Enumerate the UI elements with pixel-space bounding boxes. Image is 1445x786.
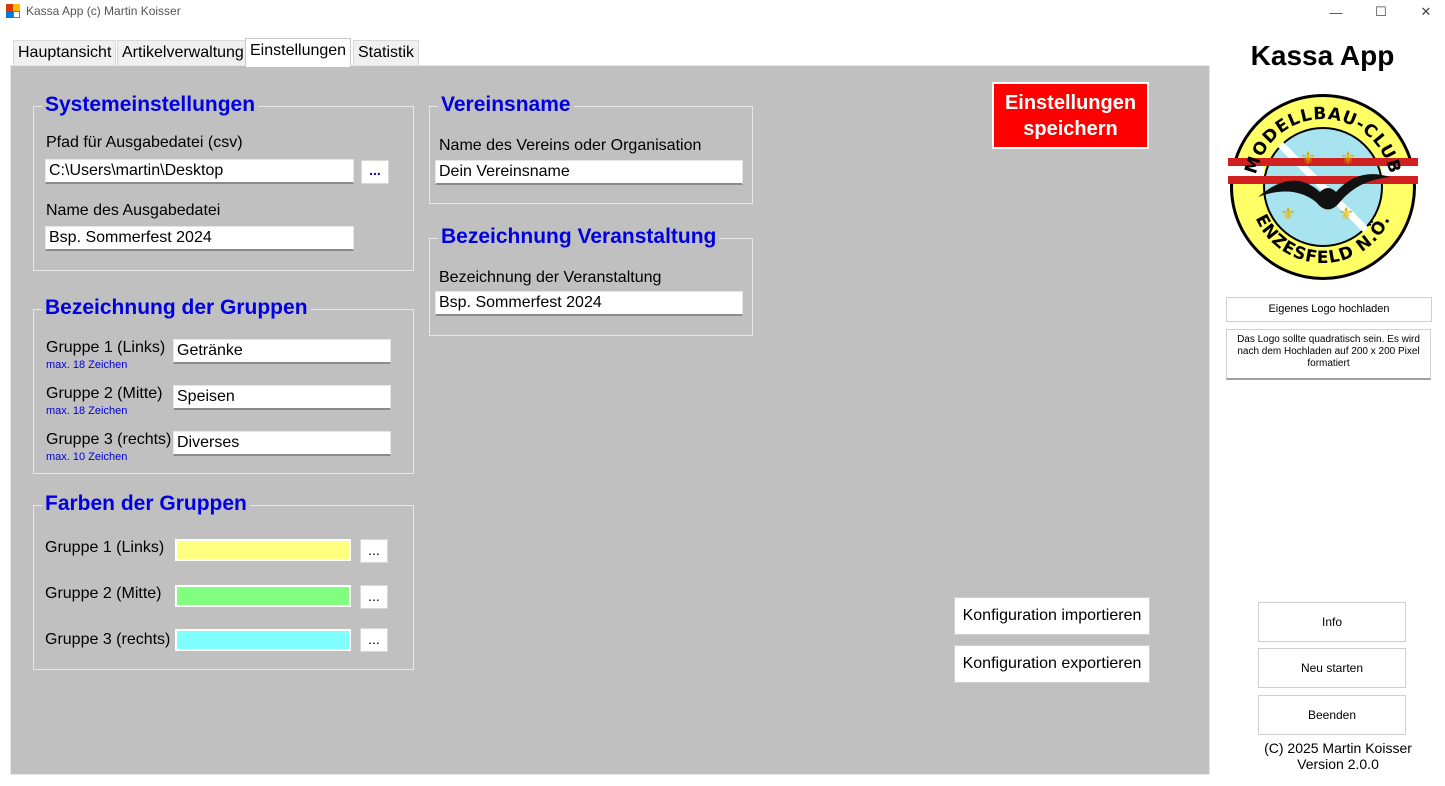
tab-hauptansicht[interactable]: Hauptansicht: [13, 40, 117, 66]
info-button[interactable]: Info: [1258, 602, 1406, 642]
group1-name-label: Gruppe 1 (Links): [46, 339, 166, 356]
group-colors-group: Farben der Gruppen Gruppe 1 (Links) ... …: [33, 492, 414, 670]
system-settings-title: Systemeinstellungen: [42, 93, 259, 117]
group2-color-label: Gruppe 2 (Mitte): [45, 585, 162, 602]
group3-color-swatch[interactable]: [175, 629, 351, 651]
group3-name-hint: max. 10 Zeichen: [46, 451, 128, 463]
group-names-group: Bezeichnung der Gruppen Gruppe 1 (Links)…: [33, 296, 414, 474]
close-icon[interactable]: ✕: [1403, 0, 1445, 24]
svg-text:⚜: ⚜: [1338, 204, 1354, 225]
save-settings-line1: Einstellungen: [1004, 92, 1137, 114]
group3-color-label: Gruppe 3 (rechts): [45, 631, 171, 648]
event-name-group: Bezeichnung Veranstaltung Bezeichnung de…: [429, 225, 753, 336]
window-title: Kassa App (c) Martin Koisser: [26, 4, 181, 18]
svg-text:⚜: ⚜: [1300, 148, 1316, 169]
event-name-label: Bezeichnung der Veranstaltung: [439, 269, 662, 286]
browse-path-button[interactable]: ...: [361, 160, 389, 184]
event-name-field[interactable]: Bsp. Sommerfest 2024: [435, 291, 743, 316]
save-settings-button[interactable]: Einstellungen speichern: [992, 82, 1149, 149]
app-title: Kassa App: [1250, 40, 1395, 71]
club-name-label: Name des Vereins oder Organisation: [439, 137, 702, 154]
group1-name-field[interactable]: Getränke: [173, 339, 391, 364]
tab-einstellungen[interactable]: Einstellungen: [245, 38, 352, 67]
tab-artikelverwaltung[interactable]: Artikelverwaltung: [117, 40, 249, 66]
minimize-icon[interactable]: —: [1313, 0, 1359, 24]
system-settings-group: Systemeinstellungen Pfad für Ausgabedate…: [33, 93, 414, 271]
save-settings-line2: speichern: [1023, 118, 1118, 140]
restart-button[interactable]: Neu starten: [1258, 648, 1406, 688]
svg-text:⚜: ⚜: [1340, 148, 1356, 169]
output-path-label: Pfad für Ausgabedatei (csv): [46, 134, 243, 151]
app-window-icon: [6, 4, 20, 18]
tab-statistik[interactable]: Statistik: [353, 40, 420, 66]
club-name-title: Vereinsname: [438, 93, 574, 117]
club-logo-icon: ⚜ ⚜ ⚜ ⚜ MODELLBAU-CLUB ENZESFELD N.Ö.: [1228, 94, 1418, 280]
maximize-icon[interactable]: ☐: [1358, 0, 1404, 24]
version-text: Version 2.0.0: [1297, 756, 1379, 772]
copyright-text: (C) 2025 Martin Koisser: [1264, 740, 1412, 756]
group2-name-hint: max. 18 Zeichen: [46, 405, 128, 417]
group-colors-title: Farben der Gruppen: [42, 492, 250, 516]
output-path-field[interactable]: C:\Users\martin\Desktop: [45, 159, 354, 184]
group3-name-label: Gruppe 3 (rechts): [46, 431, 172, 448]
group1-name-hint: max. 18 Zeichen: [46, 359, 128, 371]
club-name-field[interactable]: Dein Vereinsname: [435, 160, 743, 185]
event-name-title: Bezeichnung Veranstaltung: [438, 225, 720, 249]
group2-color-swatch[interactable]: [175, 585, 351, 607]
group2-name-label: Gruppe 2 (Mitte): [46, 385, 163, 402]
exit-button[interactable]: Beenden: [1258, 695, 1406, 735]
group1-color-button[interactable]: ...: [360, 539, 388, 563]
output-filename-label: Name des Ausgabedatei: [46, 202, 221, 219]
output-filename-field[interactable]: Bsp. Sommerfest 2024: [45, 226, 354, 251]
import-config-button[interactable]: Konfiguration importieren: [954, 597, 1150, 635]
group2-name-field[interactable]: Speisen: [173, 385, 391, 410]
group1-color-swatch[interactable]: [175, 539, 351, 561]
group2-color-button[interactable]: ...: [360, 585, 388, 609]
group3-name-field[interactable]: Diverses: [173, 431, 391, 456]
export-config-button[interactable]: Konfiguration exportieren: [954, 645, 1150, 683]
club-name-group: Vereinsname Name des Vereins oder Organi…: [429, 93, 753, 204]
title-bar: Kassa App (c) Martin Koisser — ☐ ✕: [0, 0, 1445, 24]
logo-upload-note: Das Logo sollte quadratisch sein. Es wir…: [1226, 329, 1431, 380]
upload-logo-button[interactable]: Eigenes Logo hochladen: [1226, 297, 1432, 322]
group-names-title: Bezeichnung der Gruppen: [42, 296, 311, 320]
svg-text:⚜: ⚜: [1280, 204, 1296, 225]
group1-color-label: Gruppe 1 (Links): [45, 539, 165, 556]
group3-color-button[interactable]: ...: [360, 628, 388, 652]
